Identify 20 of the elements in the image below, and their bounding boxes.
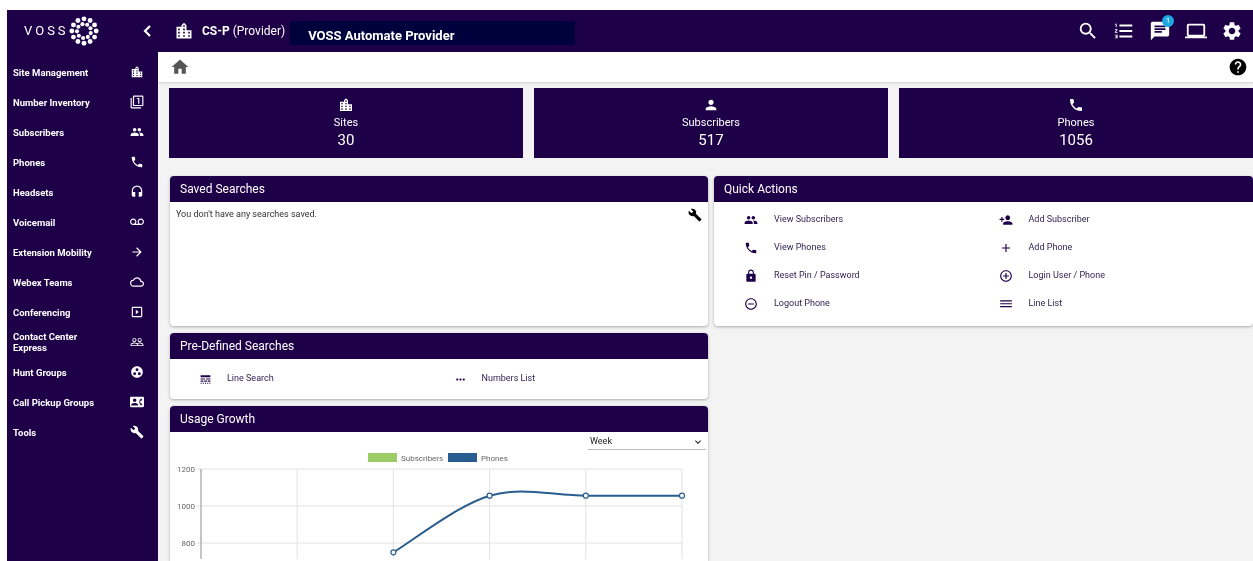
panel-title: Quick Actions [724,181,798,198]
panel-title: Usage Growth [180,411,256,428]
stat-label: Sites [333,115,359,132]
stat-label: Subscribers [682,115,740,132]
hierarchy-label: CS-P (Provider) [202,23,286,40]
legend-label: Phones [481,454,508,463]
y-axis-label: 1200 [177,465,195,474]
panel-title: Saved Searches [180,181,265,198]
stat-value: 1056 [1059,131,1093,149]
app-title: VOSS Automate Provider [308,26,455,45]
panel-title: Pre-Defined Searches [180,338,295,355]
notification-badge: 1 [1162,15,1174,27]
stat-label: Phones [1057,115,1095,132]
legend-label: Subscribers [401,454,444,463]
y-axis-label: 1000 [177,502,195,512]
logo-text: VOSS [24,22,69,41]
stat-value: 30 [337,131,355,149]
stat-value: 517 [698,131,724,149]
empty-message: You don't have any searches saved. [176,208,317,221]
y-axis-label: 800 [181,539,195,549]
